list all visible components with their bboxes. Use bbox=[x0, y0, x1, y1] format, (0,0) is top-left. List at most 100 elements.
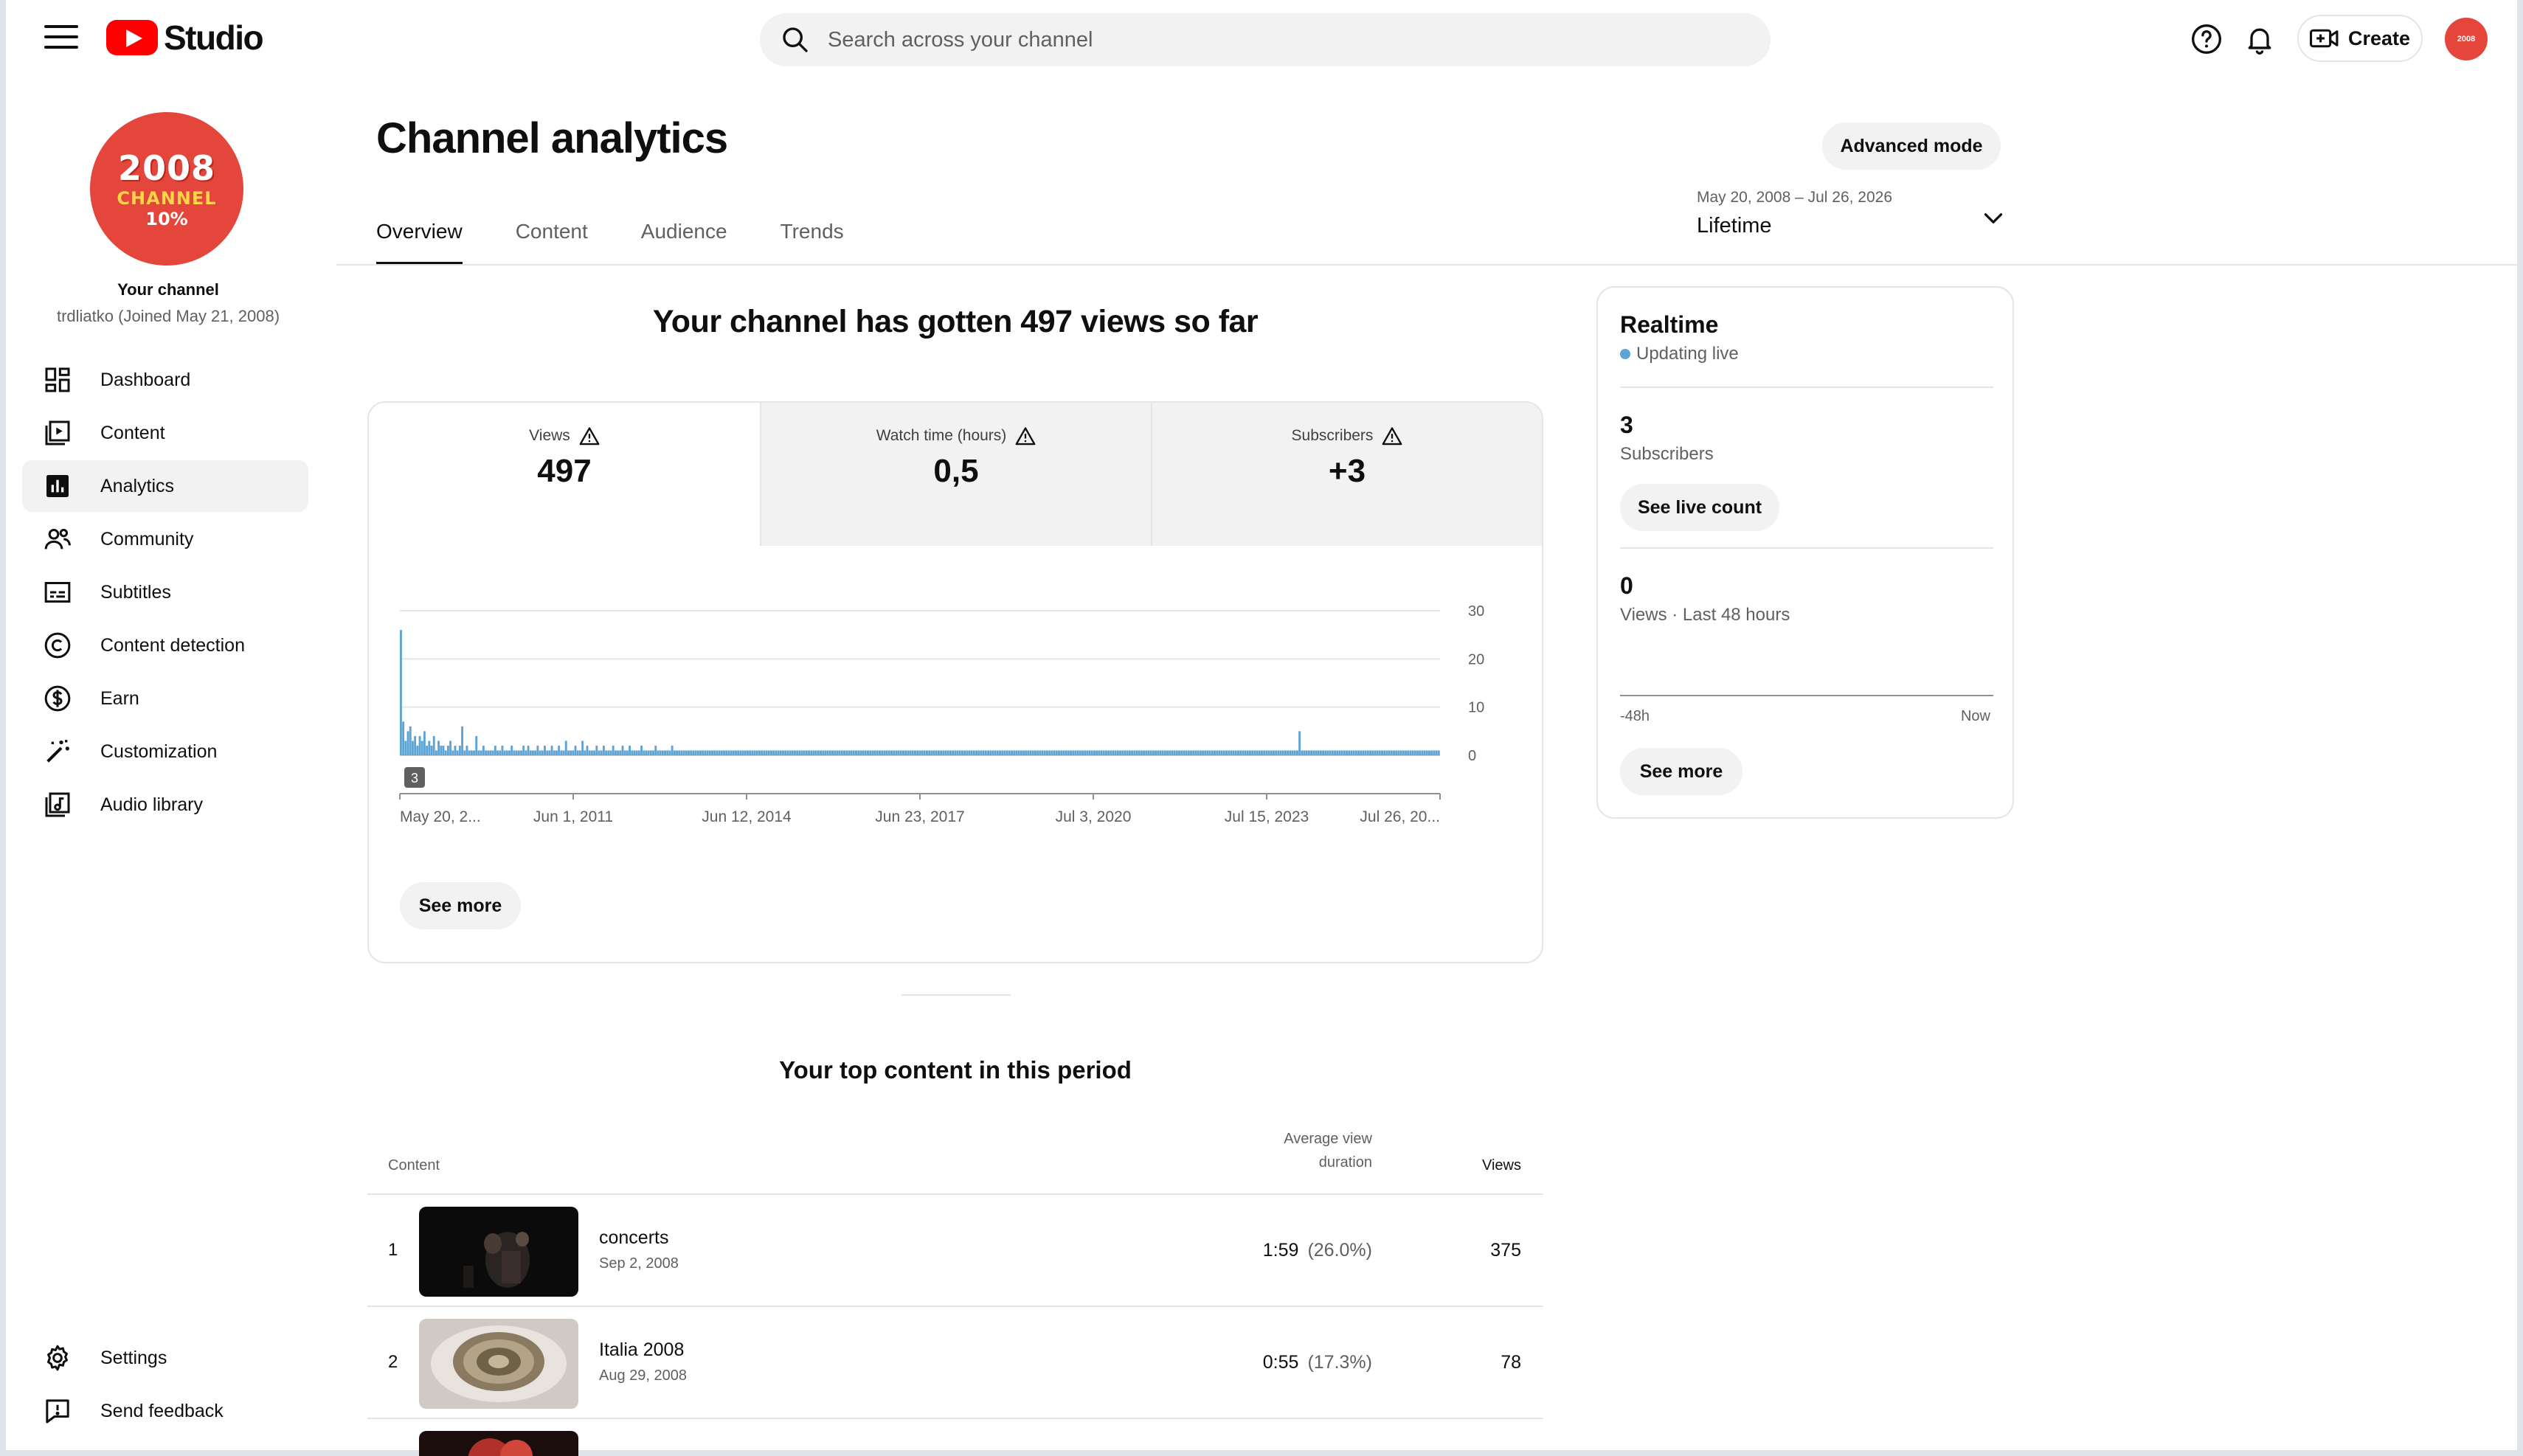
section-divider bbox=[901, 994, 1011, 996]
account-avatar[interactable]: 2008 bbox=[2445, 18, 2488, 60]
tab-trends[interactable]: Trends bbox=[781, 207, 844, 266]
chart-bar bbox=[796, 750, 799, 755]
metric-tabs: Views 497 Watch time (hours) 0,5 Subscri… bbox=[369, 403, 1542, 546]
help-icon[interactable] bbox=[2190, 22, 2223, 56]
y-tick-label: 20 bbox=[1468, 651, 1484, 668]
chart-bar bbox=[805, 750, 808, 755]
chart-see-more-button[interactable]: See more bbox=[400, 882, 521, 929]
video-thumbnail[interactable] bbox=[419, 1207, 578, 1297]
top-header: Studio Create 2008 bbox=[6, 0, 2517, 77]
chart-bar bbox=[1216, 750, 1219, 755]
channel-avatar[interactable]: 2008 CHANNEL 10% bbox=[90, 112, 243, 266]
chart-bar bbox=[1383, 750, 1386, 755]
chart-bar bbox=[475, 735, 478, 755]
chart-bar bbox=[1433, 750, 1436, 755]
table-row[interactable] bbox=[367, 1419, 1543, 1456]
tab-overview[interactable]: Overview bbox=[376, 207, 463, 266]
chart-bar bbox=[1008, 750, 1011, 755]
metric-value: 0,5 bbox=[933, 453, 979, 489]
subtitles-icon bbox=[40, 575, 75, 610]
tab-content[interactable]: Content bbox=[516, 207, 588, 266]
x-tick-label: Jun 12, 2014 bbox=[702, 808, 792, 825]
chart-bar bbox=[614, 750, 617, 755]
chart-bar bbox=[607, 750, 610, 755]
notifications-bell-icon[interactable] bbox=[2243, 22, 2277, 56]
row-views: 78 bbox=[1501, 1352, 1521, 1373]
metric-value: +3 bbox=[1328, 453, 1366, 489]
date-range-picker[interactable]: May 20, 2008 – Jul 26, 2026 Lifetime bbox=[1697, 189, 2007, 248]
column-header-line: Average view bbox=[1284, 1131, 1372, 1147]
sidebar-item-content[interactable]: Content bbox=[22, 407, 308, 459]
video-thumbnail[interactable] bbox=[419, 1319, 578, 1409]
avatar-year: 2008 bbox=[117, 148, 216, 188]
sidebar-item-community[interactable]: Community bbox=[22, 513, 308, 565]
chart-bar bbox=[1171, 750, 1174, 755]
table-row[interactable]: 1 concerts Sep 2, 2008 1:59 (26.0%) 375 bbox=[367, 1195, 1543, 1307]
chart-bar bbox=[952, 750, 955, 755]
chart-bar bbox=[1074, 750, 1077, 755]
metric-tab-views[interactable]: Views 497 bbox=[369, 403, 760, 546]
search-input[interactable] bbox=[828, 27, 1713, 52]
chart-bar bbox=[682, 750, 685, 755]
chart-bar bbox=[1331, 750, 1334, 755]
chart-bar bbox=[1385, 750, 1388, 755]
see-live-count-button[interactable]: See live count bbox=[1620, 484, 1779, 531]
sidebar-item-dashboard[interactable]: Dashboard bbox=[22, 354, 308, 406]
chart-bar bbox=[402, 721, 405, 755]
advanced-mode-button[interactable]: Advanced mode bbox=[1822, 122, 2001, 170]
chart-bar bbox=[1157, 750, 1160, 755]
sidebar-item-label: Send feedback bbox=[100, 1400, 224, 1421]
column-header-avg-view-duration[interactable]: Average view duration bbox=[1284, 1127, 1372, 1174]
metric-value: 497 bbox=[537, 453, 592, 489]
chart-bar bbox=[676, 750, 678, 755]
chart-bar bbox=[876, 750, 879, 755]
chart-bar bbox=[921, 750, 924, 755]
chart-bar bbox=[1006, 750, 1008, 755]
chart-bar bbox=[666, 750, 669, 755]
tab-audience[interactable]: Audience bbox=[641, 207, 727, 266]
chart-bar bbox=[1279, 750, 1282, 755]
chart-bar bbox=[1291, 750, 1294, 755]
video-title[interactable]: concerts bbox=[599, 1227, 668, 1249]
metric-tab-watch-time[interactable]: Watch time (hours) 0,5 bbox=[760, 403, 1151, 546]
chart-bar bbox=[935, 750, 938, 755]
chart-bar bbox=[1206, 750, 1209, 755]
chart-bar bbox=[1155, 750, 1157, 755]
realtime-see-more-button[interactable]: See more bbox=[1620, 748, 1742, 795]
search-bar[interactable] bbox=[760, 13, 1771, 66]
sidebar-item-settings[interactable]: Settings bbox=[22, 1332, 308, 1384]
chart-bar bbox=[1270, 750, 1273, 755]
chart-bar bbox=[753, 750, 756, 755]
realtime-views-label: Views · Last 48 hours bbox=[1620, 605, 1790, 625]
metric-tab-subscribers[interactable]: Subscribers +3 bbox=[1151, 403, 1542, 546]
chart-bar bbox=[855, 750, 857, 755]
chart-bar bbox=[432, 735, 435, 755]
chart-bar bbox=[645, 750, 648, 755]
chart-bar bbox=[873, 750, 876, 755]
video-title[interactable]: Italia 2008 bbox=[599, 1339, 684, 1361]
menu-icon[interactable] bbox=[44, 25, 78, 52]
x-tick-label: Jul 26, 20... bbox=[1360, 808, 1440, 825]
sidebar-item-analytics[interactable]: Analytics bbox=[22, 460, 308, 512]
create-button[interactable]: Create bbox=[2297, 15, 2423, 62]
sidebar-item-content-detection[interactable]: Content detection bbox=[22, 620, 308, 671]
chart-bar bbox=[1076, 750, 1079, 755]
chart-bar bbox=[838, 750, 841, 755]
chart-bar bbox=[1287, 750, 1290, 755]
sidebar-item-earn[interactable]: Earn bbox=[22, 673, 308, 724]
table-row[interactable]: 2 Italia 2008 Aug 29, 2008 0:55 (17.3%) 7… bbox=[367, 1307, 1543, 1419]
chart-bar bbox=[732, 750, 735, 755]
chart-bar bbox=[430, 745, 433, 755]
studio-logo[interactable]: Studio bbox=[106, 18, 264, 58]
chart-bar bbox=[451, 750, 454, 755]
sidebar-item-send-feedback[interactable]: Send feedback bbox=[22, 1385, 308, 1437]
chart-bar bbox=[1329, 750, 1332, 755]
sidebar-item-audio-library[interactable]: Audio library bbox=[22, 779, 308, 831]
sidebar-item-subtitles[interactable]: Subtitles bbox=[22, 566, 308, 618]
column-header-views[interactable]: Views bbox=[1482, 1157, 1521, 1174]
chart-bar bbox=[1062, 750, 1065, 755]
sidebar-item-customization[interactable]: Customization bbox=[22, 726, 308, 777]
chart-bar bbox=[649, 750, 652, 755]
video-thumbnail[interactable] bbox=[419, 1431, 578, 1456]
chart-bar bbox=[706, 750, 709, 755]
